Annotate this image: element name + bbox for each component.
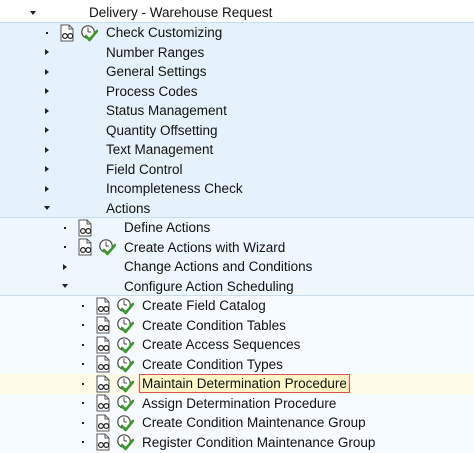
tree-node-quantity-offsetting[interactable]: Quantity Offsetting <box>0 121 474 141</box>
chevron-down-icon[interactable] <box>60 277 70 296</box>
clock-check-icon[interactable] <box>116 433 134 451</box>
bullet-icon <box>78 374 88 393</box>
tree-node-label: Create Access Sequences <box>142 337 301 353</box>
chevron-right-icon[interactable] <box>42 82 52 101</box>
bullet-icon <box>42 23 52 42</box>
chevron-right-icon[interactable] <box>42 62 52 81</box>
clock-check-icon[interactable] <box>116 336 134 354</box>
tree-node-create-field-catalog[interactable]: Create Field Catalog <box>0 296 474 316</box>
tree-root-label: Delivery - Warehouse Request <box>89 5 273 21</box>
tree-node-label: Create Condition Maintenance Group <box>142 415 366 431</box>
tree-node-number-ranges[interactable]: Number Ranges <box>0 43 474 63</box>
clock-check-icon[interactable] <box>116 297 134 315</box>
clock-check-icon[interactable] <box>80 24 98 42</box>
tree-node-configure-action-scheduling[interactable]: Configure Action Scheduling <box>0 277 474 297</box>
tree-node-label: General Settings <box>106 64 207 80</box>
tree-node-create-condition-maintenance-group[interactable]: Create Condition Maintenance Group <box>0 413 474 433</box>
tree-node-field-control[interactable]: Field Control <box>0 160 474 180</box>
tree-node-create-actions-with-wizard[interactable]: Create Actions with Wizard <box>0 238 474 258</box>
tree-node-change-actions-and-conditions[interactable]: Change Actions and Conditions <box>0 257 474 277</box>
tree-node-check-customizing[interactable]: Check Customizing <box>0 23 474 43</box>
document-glasses-icon <box>94 433 112 451</box>
tree-node-maintain-determination-procedure[interactable]: Maintain Determination Procedure <box>0 374 474 394</box>
tree-node-label: Field Control <box>106 161 183 177</box>
tree-node-label: Quantity Offsetting <box>106 122 218 138</box>
tree-node-text-management[interactable]: Text Management <box>0 140 474 160</box>
chevron-right-icon[interactable] <box>42 140 52 159</box>
bullet-icon <box>78 433 88 452</box>
tree-node-label: Assign Determination Procedure <box>142 395 337 411</box>
chevron-down-icon[interactable] <box>42 199 52 218</box>
tree-node-label: Create Field Catalog <box>142 298 266 314</box>
bullet-icon <box>78 394 88 413</box>
tree-node-label: Process Codes <box>106 83 198 99</box>
document-glasses-icon <box>76 219 94 237</box>
tree-node-label: Status Management <box>106 103 227 119</box>
tree-node-label: Number Ranges <box>106 44 205 60</box>
document-glasses-icon <box>94 355 112 373</box>
document-glasses-icon <box>94 316 112 334</box>
tree-node-status-management[interactable]: Status Management <box>0 101 474 121</box>
bullet-icon <box>78 335 88 354</box>
clock-check-icon[interactable] <box>98 238 116 256</box>
document-glasses-icon <box>58 24 76 42</box>
tree-node-label: Maintain Determination Procedure <box>139 374 350 394</box>
clock-check-icon[interactable] <box>116 355 134 373</box>
clock-check-icon[interactable] <box>116 375 134 393</box>
chevron-right-icon[interactable] <box>60 257 70 276</box>
bullet-icon <box>78 355 88 374</box>
tree-node-create-access-sequences[interactable]: Create Access Sequences <box>0 335 474 355</box>
tree-node-create-condition-tables[interactable]: Create Condition Tables <box>0 316 474 336</box>
tree-node-incompleteness-check[interactable]: Incompleteness Check <box>0 179 474 199</box>
document-glasses-icon <box>94 297 112 315</box>
tree-root[interactable]: Delivery - Warehouse Request <box>0 3 474 23</box>
img-tree: Delivery - Warehouse Request Check Custo… <box>0 0 474 453</box>
tree-node-label: Change Actions and Conditions <box>124 259 313 275</box>
tree-node-label: Define Actions <box>124 220 211 236</box>
bullet-icon <box>78 316 88 335</box>
bullet-icon <box>78 296 88 315</box>
document-glasses-icon <box>94 394 112 412</box>
chevron-right-icon[interactable] <box>42 121 52 140</box>
tree-node-assign-determination-procedure[interactable]: Assign Determination Procedure <box>0 394 474 414</box>
tree-node-actions[interactable]: Actions <box>0 199 474 219</box>
chevron-right-icon[interactable] <box>42 179 52 198</box>
document-glasses-icon <box>94 375 112 393</box>
chevron-right-icon[interactable] <box>42 160 52 179</box>
bullet-icon <box>60 218 70 237</box>
document-glasses-icon <box>94 414 112 432</box>
tree-node-label: Create Actions with Wizard <box>124 239 286 255</box>
tree-node-label: Incompleteness Check <box>106 181 243 197</box>
chevron-down-icon[interactable] <box>28 3 38 22</box>
tree-node-register-condition-maintenance-group[interactable]: Register Condition Maintenance Group <box>0 433 474 453</box>
document-glasses-icon <box>94 336 112 354</box>
tree-node-label: Check Customizing <box>106 25 223 41</box>
clock-check-icon[interactable] <box>116 316 134 334</box>
tree-node-label: Configure Action Scheduling <box>124 278 294 294</box>
tree-node-label: Actions <box>106 200 151 216</box>
tree-node-label: Register Condition Maintenance Group <box>142 434 376 450</box>
tree-node-general-settings[interactable]: General Settings <box>0 62 474 82</box>
tree-node-create-condition-types[interactable]: Create Condition Types <box>0 355 474 375</box>
bullet-icon <box>78 413 88 432</box>
clock-check-icon[interactable] <box>116 414 134 432</box>
chevron-right-icon[interactable] <box>42 43 52 62</box>
clock-check-icon[interactable] <box>116 394 134 412</box>
tree-node-define-actions[interactable]: Define Actions <box>0 218 474 238</box>
chevron-right-icon[interactable] <box>42 101 52 120</box>
tree-node-process-codes[interactable]: Process Codes <box>0 82 474 102</box>
tree-node-label: Text Management <box>106 142 214 158</box>
tree-node-label: Create Condition Tables <box>142 317 286 333</box>
tree-node-label: Create Condition Types <box>142 356 283 372</box>
bullet-icon <box>60 238 70 257</box>
document-glasses-icon <box>76 238 94 256</box>
